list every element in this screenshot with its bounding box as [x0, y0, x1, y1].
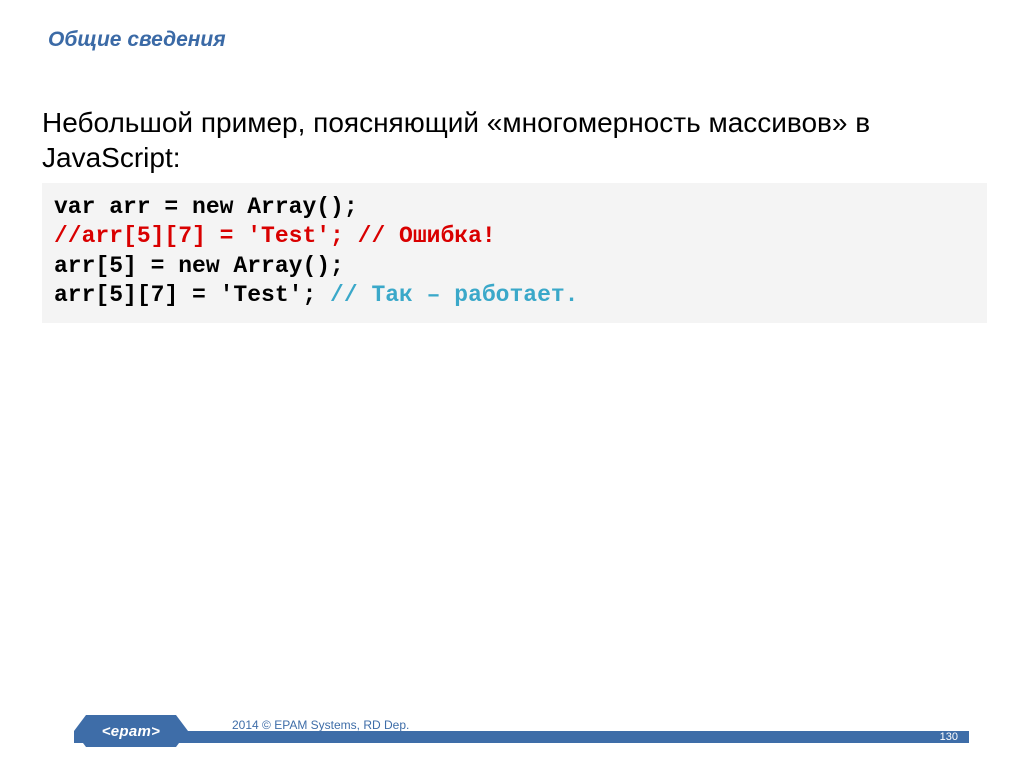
page-number: 130: [940, 731, 958, 743]
footer-logo-arrow-right: [176, 715, 188, 747]
lead-paragraph: Небольшой пример, поясняющий «многомерно…: [42, 105, 984, 175]
footer-copyright: 2014 © EPAM Systems, RD Dep.: [232, 718, 409, 732]
footer: <epam> 2014 © EPAM Systems, RD Dep. 130: [0, 715, 1024, 747]
code-line-1: var arr = new Array();: [54, 194, 358, 220]
section-heading: Общие сведения: [48, 28, 226, 52]
footer-logo-arrow-left: [74, 715, 86, 747]
code-line-2: //arr[5][7] = 'Test'; // Ошибка!: [54, 223, 496, 249]
epam-logo: <epam>: [86, 715, 176, 747]
code-line-3: arr[5] = new Array();: [54, 253, 344, 279]
code-line-4b: // Так – работает.: [330, 282, 578, 308]
slide: Общие сведения Небольшой пример, поясняю…: [0, 0, 1024, 767]
code-block: var arr = new Array(); //arr[5][7] = 'Te…: [42, 183, 987, 323]
footer-stripe: [74, 731, 969, 743]
code-line-4a: arr[5][7] = 'Test';: [54, 282, 330, 308]
